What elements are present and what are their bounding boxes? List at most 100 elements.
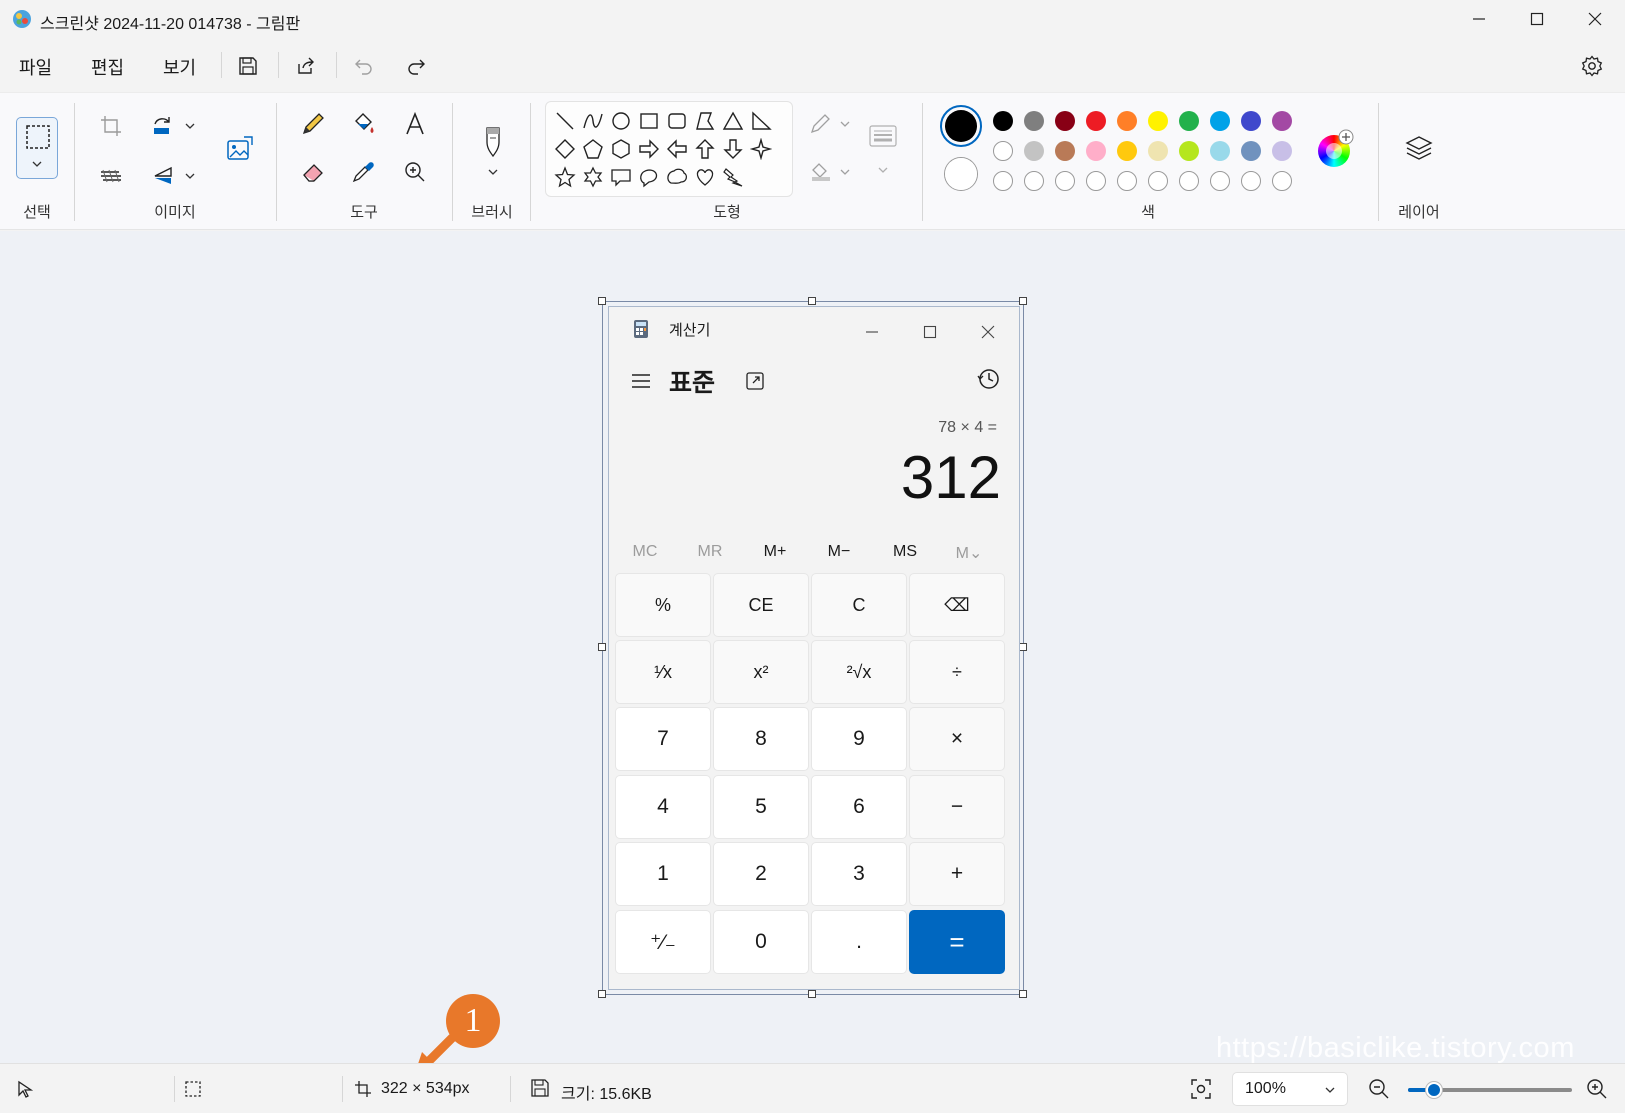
cloud-callout-shape-icon[interactable] <box>666 166 688 188</box>
color-swatch[interactable] <box>1210 111 1230 131</box>
digit-5-key[interactable]: 5 <box>713 775 809 839</box>
square-root-key[interactable]: ²√x <box>811 640 907 704</box>
digit-2-key[interactable]: 2 <box>713 842 809 906</box>
resize-handle[interactable] <box>598 990 606 998</box>
select-tool-button[interactable] <box>16 117 58 179</box>
fit-to-window-icon[interactable] <box>1190 1078 1212 1100</box>
fill-tool[interactable] <box>348 109 378 139</box>
resize-handle[interactable] <box>808 990 816 998</box>
memory-button[interactable]: M− <box>809 543 869 561</box>
backspace-key[interactable]: ⌫ <box>909 573 1005 637</box>
save-button[interactable] <box>232 50 264 82</box>
crop-button[interactable] <box>96 111 126 141</box>
primary-color-button[interactable] <box>940 105 982 147</box>
fill-button[interactable] <box>806 157 836 187</box>
resize-handle[interactable] <box>598 643 606 651</box>
color-swatch[interactable] <box>993 111 1013 131</box>
hexagon-shape-icon[interactable] <box>610 138 632 160</box>
lightning-shape-icon[interactable] <box>722 166 744 188</box>
memory-button[interactable]: MS <box>875 543 935 561</box>
six-point-star-shape-icon[interactable] <box>582 166 604 188</box>
line-shape-icon[interactable] <box>554 110 576 132</box>
share-button[interactable] <box>290 50 322 82</box>
resize-handle[interactable] <box>1019 643 1027 651</box>
outline-button[interactable] <box>806 109 836 139</box>
down-arrow-shape-icon[interactable] <box>722 138 744 160</box>
rotate-button[interactable] <box>148 111 178 141</box>
menu-view[interactable]: 보기 <box>163 54 196 80</box>
resize-button[interactable] <box>96 161 126 191</box>
settings-button[interactable] <box>1576 50 1608 82</box>
clear-key[interactable]: C <box>811 573 907 637</box>
resize-handle[interactable] <box>1019 990 1027 998</box>
color-swatch[interactable] <box>1055 111 1075 131</box>
color-swatch[interactable] <box>1210 141 1230 161</box>
percent-key[interactable]: % <box>615 573 711 637</box>
custom-color-slot[interactable] <box>993 171 1013 191</box>
custom-color-slot[interactable] <box>1210 171 1230 191</box>
zoom-select[interactable]: 100% <box>1232 1072 1348 1106</box>
custom-color-slot[interactable] <box>1086 171 1106 191</box>
color-picker-tool[interactable] <box>348 157 378 187</box>
undo-button[interactable] <box>348 50 380 82</box>
add-key[interactable]: + <box>909 842 1005 906</box>
menu-edit[interactable]: 편집 <box>91 54 124 80</box>
heart-shape-icon[interactable] <box>694 166 716 188</box>
eraser-tool[interactable] <box>298 157 328 187</box>
flip-button[interactable] <box>148 161 178 191</box>
color-swatch[interactable] <box>1086 141 1106 161</box>
color-swatch[interactable] <box>1241 111 1261 131</box>
triangle-shape-icon[interactable] <box>722 110 744 132</box>
color-swatch[interactable] <box>1272 141 1292 161</box>
color-swatch[interactable] <box>1241 141 1261 161</box>
digit-3-key[interactable]: 3 <box>811 842 907 906</box>
layers-button[interactable] <box>1404 133 1434 163</box>
oval-shape-icon[interactable] <box>610 110 632 132</box>
clear-entry-key[interactable]: CE <box>713 573 809 637</box>
digit-8-key[interactable]: 8 <box>713 707 809 771</box>
custom-color-slot[interactable] <box>1179 171 1199 191</box>
digit-7-key[interactable]: 7 <box>615 707 711 771</box>
right-arrow-shape-icon[interactable] <box>638 138 660 160</box>
square-key[interactable]: x² <box>713 640 809 704</box>
reciprocal-key[interactable]: ¹⁄x <box>615 640 711 704</box>
zoom-in-icon[interactable] <box>1586 1078 1608 1100</box>
memory-button[interactable]: MC <box>615 543 675 561</box>
custom-color-slot[interactable] <box>1241 171 1261 191</box>
digit-1-key[interactable]: 1 <box>615 842 711 906</box>
redo-button[interactable] <box>400 50 432 82</box>
resize-handle[interactable] <box>598 297 606 305</box>
right-triangle-shape-icon[interactable] <box>750 110 772 132</box>
digit-0-key[interactable]: 0 <box>713 910 809 974</box>
resize-handle[interactable] <box>808 297 816 305</box>
color-swatch[interactable] <box>993 141 1013 161</box>
color-swatch[interactable] <box>1117 141 1137 161</box>
line-width-button[interactable] <box>868 121 898 151</box>
zoom-slider-thumb[interactable] <box>1426 1082 1442 1098</box>
custom-color-slot[interactable] <box>1272 171 1292 191</box>
negate-key[interactable]: ⁺⁄₋ <box>615 910 711 974</box>
color-swatch[interactable] <box>1272 111 1292 131</box>
magnifier-tool[interactable] <box>400 157 430 187</box>
digit-6-key[interactable]: 6 <box>811 775 907 839</box>
color-swatch[interactable] <box>1055 141 1075 161</box>
diamond-shape-icon[interactable] <box>554 138 576 160</box>
memory-button[interactable]: MR <box>680 543 740 561</box>
four-point-star-shape-icon[interactable] <box>750 138 772 160</box>
color-swatch[interactable] <box>1179 141 1199 161</box>
polygon-shape-icon[interactable] <box>694 110 716 132</box>
curve-shape-icon[interactable] <box>582 110 604 132</box>
custom-color-slot[interactable] <box>1055 171 1075 191</box>
zoom-out-icon[interactable] <box>1368 1078 1390 1100</box>
rounded-rectangle-shape-icon[interactable] <box>666 110 688 132</box>
pencil-tool[interactable] <box>298 109 328 139</box>
digit-4-key[interactable]: 4 <box>615 775 711 839</box>
rect-callout-shape-icon[interactable] <box>610 166 632 188</box>
subtract-key[interactable]: − <box>909 775 1005 839</box>
equals-key[interactable]: = <box>909 910 1005 974</box>
custom-color-slot[interactable] <box>1148 171 1168 191</box>
secondary-color-button[interactable] <box>944 157 978 191</box>
brush-button[interactable] <box>478 121 508 161</box>
memory-button[interactable]: M+ <box>745 543 805 561</box>
color-swatch[interactable] <box>1148 111 1168 131</box>
